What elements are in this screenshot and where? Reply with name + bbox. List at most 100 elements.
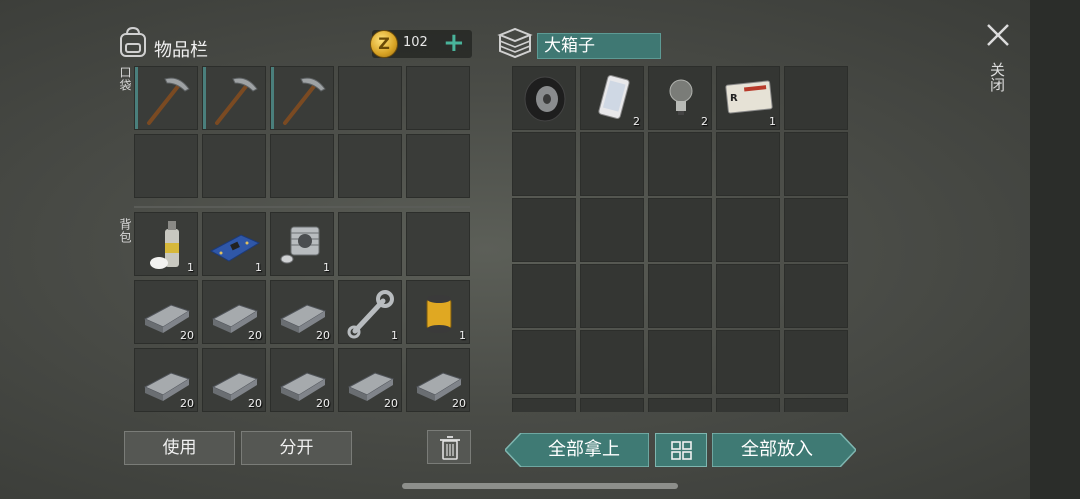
item-quantity: 1 [323, 261, 330, 274]
item-quantity: 2 [633, 115, 640, 128]
container-slot-28[interactable] [648, 398, 712, 412]
split-button[interactable]: 分开 [241, 431, 352, 465]
container-slot-15[interactable] [784, 198, 848, 262]
container-slot-10[interactable] [784, 132, 848, 196]
container-slot-17[interactable] [580, 264, 644, 328]
item-quantity: 2 [701, 115, 708, 128]
item-quantity: 1 [187, 261, 194, 274]
container-slot-12[interactable] [580, 198, 644, 262]
trash-icon [440, 436, 460, 460]
container-slot-4[interactable]: R 1 [716, 66, 780, 130]
backpack-slot-9[interactable]: 1 [338, 280, 402, 344]
backpack-slot-5[interactable] [406, 212, 470, 276]
pocket-slot-6[interactable] [134, 134, 198, 198]
item-quantity: 1 [459, 329, 466, 342]
container-slot-22[interactable] [580, 330, 644, 394]
container-slot-30[interactable] [784, 398, 848, 412]
pocket-slot-10[interactable] [406, 134, 470, 198]
backpack-slot-11[interactable]: 20 [134, 348, 198, 412]
container-grid: 2 2 R 1 [512, 66, 852, 412]
container-slot-8[interactable] [648, 132, 712, 196]
backpack-slot-2[interactable]: 1 [202, 212, 266, 276]
close-label[interactable]: 关闭 [987, 62, 1008, 92]
item-quantity: 20 [248, 329, 262, 342]
backpack-slot-10[interactable]: 1 [406, 280, 470, 344]
z-coin-icon: Z [370, 30, 398, 58]
container-name: 大箱子 [537, 33, 661, 59]
container-slot-23[interactable] [648, 330, 712, 394]
container-slot-7[interactable] [580, 132, 644, 196]
backpack-slot-4[interactable] [338, 212, 402, 276]
backpack-slot-6[interactable]: 20 [134, 280, 198, 344]
backpack-slot-13[interactable]: 20 [270, 348, 334, 412]
item-quantity: 1 [391, 329, 398, 342]
item-quantity: 20 [452, 397, 466, 410]
container-slot-21[interactable] [512, 330, 576, 394]
container-slot-11[interactable] [512, 198, 576, 262]
backpack-icon [120, 26, 146, 57]
inventory-title: 物品栏 [154, 40, 208, 61]
pocket-slot-4[interactable] [338, 66, 402, 130]
home-indicator[interactable] [402, 483, 678, 489]
pocket-slot-7[interactable] [202, 134, 266, 198]
take-all-label: 全部拿上 [548, 439, 620, 460]
container-slot-3[interactable]: 2 [648, 66, 712, 130]
put-all-label: 全部放入 [741, 439, 813, 460]
item-quantity: 1 [769, 115, 776, 128]
item-quantity: 20 [180, 329, 194, 342]
container-slot-19[interactable] [716, 264, 780, 328]
container-slot-18[interactable] [648, 264, 712, 328]
container-slot-9[interactable] [716, 132, 780, 196]
box-stack-icon [497, 27, 533, 59]
side-strip [1030, 0, 1080, 499]
container-slot-6[interactable] [512, 132, 576, 196]
backpack-slot-7[interactable]: 20 [202, 280, 266, 344]
pocket-slot-8[interactable] [270, 134, 334, 198]
pocket-slot-3[interactable] [270, 66, 334, 130]
pickaxe-icon [215, 77, 258, 125]
grid-icon [671, 441, 692, 460]
backpack-slot-3[interactable]: 1 [270, 212, 334, 276]
backpack-slot-12[interactable]: 20 [202, 348, 266, 412]
container-slot-20[interactable] [784, 264, 848, 328]
add-currency-button[interactable]: + [443, 28, 465, 58]
container-slot-27[interactable] [580, 398, 644, 412]
pickaxe-icon [283, 77, 326, 125]
container-slot-29[interactable] [716, 398, 780, 412]
item-quantity: 1 [255, 261, 262, 274]
backpack-slot-1[interactable]: 1 [134, 212, 198, 276]
use-button[interactable]: 使用 [124, 431, 235, 465]
wheel-icon [524, 76, 566, 122]
item-quantity: 20 [384, 397, 398, 410]
item-quantity: 20 [248, 397, 262, 410]
container-slot-2[interactable]: 2 [580, 66, 644, 130]
item-quantity: 20 [316, 397, 330, 410]
close-icon[interactable] [985, 22, 1011, 48]
pocket-slot-9[interactable] [338, 134, 402, 198]
backpack-slot-8[interactable]: 20 [270, 280, 334, 344]
section-divider [134, 206, 470, 208]
currency-count: 102 [403, 35, 428, 50]
container-slot-26[interactable] [512, 398, 576, 412]
backpack-slot-14[interactable]: 20 [338, 348, 402, 412]
backpack-slot-15[interactable]: 20 [406, 348, 470, 412]
pocket-slot-5[interactable] [406, 66, 470, 130]
item-quantity: 20 [180, 397, 194, 410]
pocket-slot-1[interactable] [134, 66, 198, 130]
discard-button[interactable] [427, 430, 471, 464]
container-slot-16[interactable] [512, 264, 576, 328]
container-slot-1[interactable] [512, 66, 576, 130]
container-slot-25[interactable] [784, 330, 848, 394]
container-slot-14[interactable] [716, 198, 780, 262]
take-all-button[interactable]: 全部拿上 [505, 433, 649, 467]
container-slot-13[interactable] [648, 198, 712, 262]
pocket-label: 口袋 [118, 66, 132, 92]
sort-button[interactable] [655, 433, 707, 467]
put-all-button[interactable]: 全部放入 [712, 433, 856, 467]
svg-text:R: R [730, 93, 738, 104]
pocket-slot-2[interactable] [202, 66, 266, 130]
backpack-label: 背包 [118, 218, 132, 244]
container-slot-24[interactable] [716, 330, 780, 394]
pickaxe-icon [147, 77, 190, 125]
container-slot-5[interactable] [784, 66, 848, 130]
